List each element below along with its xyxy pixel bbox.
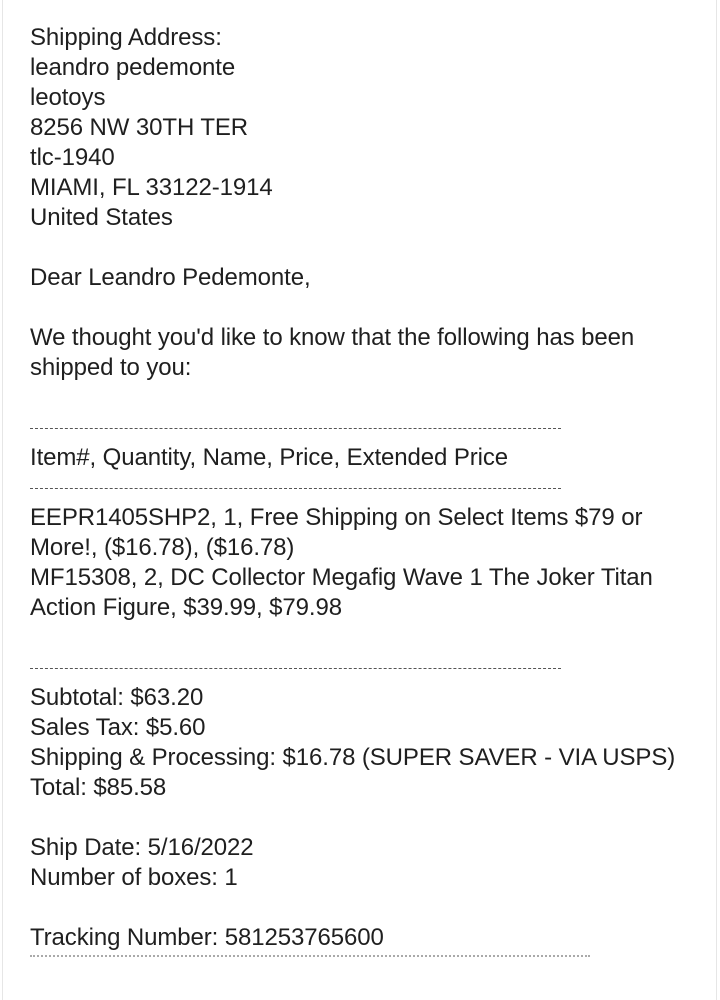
- tracking-number[interactable]: Tracking Number: 581253765600: [30, 923, 695, 953]
- address-country: United States: [30, 204, 173, 231]
- greeting: Dear Leandro Pedemonte,: [30, 264, 311, 291]
- address-unit: tlc-1940: [30, 144, 115, 171]
- totals-block: Subtotal: $63.20 Sales Tax: $5.60 Shippi…: [30, 683, 695, 803]
- box-count: Number of boxes: 1: [30, 864, 238, 891]
- recipient-name: leandro pedemonte: [30, 54, 236, 81]
- address-street: 8256 NW 30TH TER: [30, 114, 249, 141]
- subtotal: Subtotal: $63.20: [30, 684, 204, 711]
- item-row: EEPR1405SHP2, 1, Free Shipping on Select…: [30, 504, 643, 561]
- table-divider-header: [30, 473, 695, 503]
- sales-tax: Sales Tax: $5.60: [30, 714, 206, 741]
- shipping-address-heading: Shipping Address:: [30, 24, 222, 51]
- totals-divider: [30, 653, 695, 683]
- shipment-block: Ship Date: 5/16/2022 Number of boxes: 1 …: [30, 833, 695, 953]
- shipping-cost: Shipping & Processing: $16.78 (SUPER SAV…: [30, 744, 676, 771]
- cut-off-next-line: [30, 953, 695, 961]
- items-table-header: Item#, Quantity, Name, Price, Extended P…: [30, 444, 509, 471]
- email-body: Shipping Address: leandro pedemonte leot…: [30, 23, 695, 961]
- intro-text: We thought you'd like to know that the f…: [30, 324, 635, 381]
- recipient-company: leotoys: [30, 84, 106, 111]
- table-divider-top: [30, 413, 695, 443]
- order-total: Total: $85.58: [30, 774, 167, 801]
- address-city-state-zip: MIAMI, FL 33122-1914: [30, 174, 273, 201]
- shipping-address-block: Shipping Address: leandro pedemonte leot…: [30, 23, 695, 233]
- item-row: MF15308, 2, DC Collector Megafig Wave 1 …: [30, 564, 653, 621]
- ship-date: Ship Date: 5/16/2022: [30, 834, 254, 861]
